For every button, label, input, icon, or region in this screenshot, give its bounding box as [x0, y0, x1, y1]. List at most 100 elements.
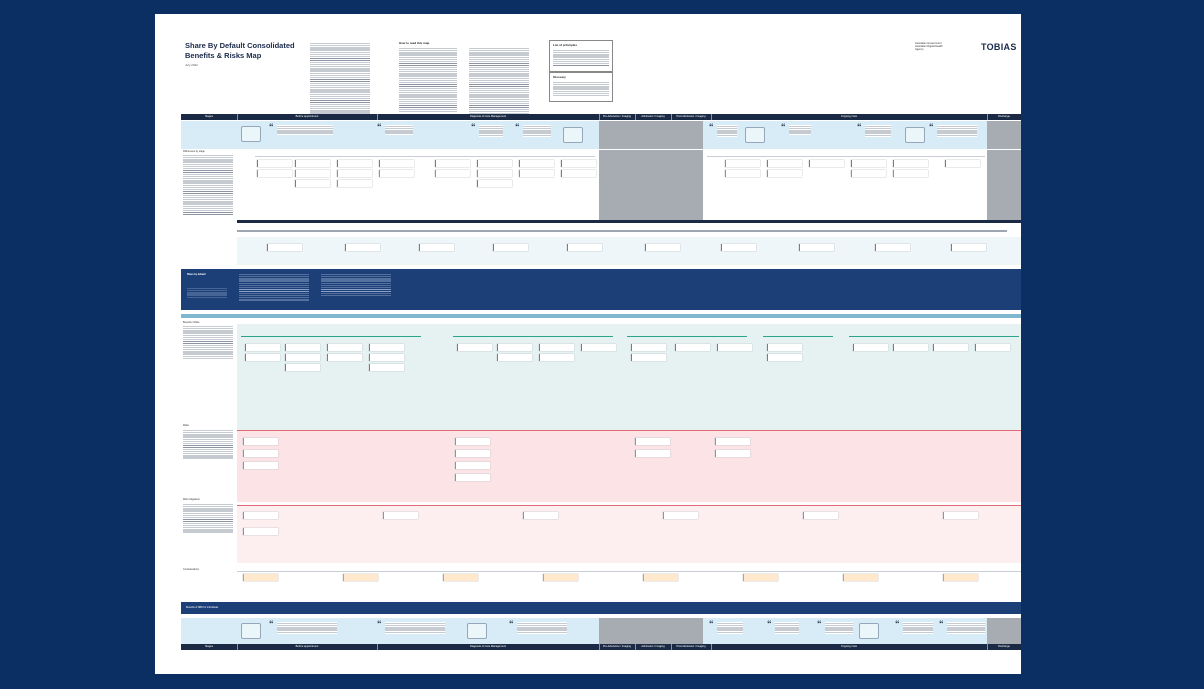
stage-label: Stages	[181, 114, 238, 120]
principles-text	[553, 49, 609, 67]
share-by-default-heading: Share by default	[187, 273, 206, 276]
difference-card	[561, 170, 596, 177]
risk-card	[455, 450, 490, 457]
benefit-card	[631, 354, 666, 361]
difference-card	[767, 170, 802, 177]
glossary-box: Glossary	[549, 72, 613, 102]
difference-card	[379, 170, 414, 177]
risk-card	[715, 450, 750, 457]
difference-card	[477, 170, 512, 177]
benefit-card	[975, 344, 1010, 351]
benefit-card	[285, 364, 320, 371]
stage-label: Diagnosis & Care Management	[377, 644, 600, 650]
quote-text	[947, 622, 985, 634]
stage-label: Discharge	[998, 115, 1010, 118]
quote-icon: “	[377, 619, 382, 629]
considerations-section-label: Considerations	[183, 568, 199, 571]
difference-card	[477, 160, 512, 167]
quote-text	[717, 622, 743, 634]
mitigations-top-line	[237, 505, 1021, 507]
benefit-card	[457, 344, 492, 351]
difference-card	[435, 160, 470, 167]
timeline-row	[237, 237, 1021, 265]
difference-card	[893, 170, 928, 177]
difference-card	[295, 160, 330, 167]
stage-label: Pre-Admission / Imaging	[599, 644, 636, 650]
difference-card	[561, 160, 596, 167]
mitigation-card	[523, 512, 558, 519]
mitigation-card	[663, 512, 698, 519]
share-by-default-block: Share by default	[181, 269, 1021, 310]
glossary-text	[553, 81, 609, 97]
benefits-header-line	[627, 336, 747, 338]
share-by-default-intro	[187, 287, 227, 299]
greyed-discharge-top	[987, 121, 1021, 149]
quote-icon: “	[269, 122, 274, 132]
consideration-card	[843, 574, 878, 581]
difference-card	[519, 160, 554, 167]
title-line-2: Benefits & Risks Map	[185, 51, 262, 60]
benefits-header-line	[763, 336, 833, 338]
risk-card	[455, 438, 490, 445]
difference-card	[519, 170, 554, 177]
quote-text	[825, 622, 853, 634]
risk-card	[243, 450, 278, 457]
timeline-card	[345, 244, 380, 251]
illustration-icon	[241, 623, 261, 639]
difference-card	[337, 160, 372, 167]
quote-icon: “	[929, 122, 934, 132]
difference-card	[379, 160, 414, 167]
difference-card	[257, 170, 292, 177]
illustration-icon	[905, 127, 925, 143]
mitigation-card	[243, 528, 278, 535]
benefits-header-line	[849, 336, 1019, 338]
benefit-card	[717, 344, 752, 351]
timeline-card	[875, 244, 910, 251]
difference-card	[435, 170, 470, 177]
illustration-icon	[467, 623, 487, 639]
quote-text	[717, 125, 737, 137]
considerations-line	[237, 571, 1021, 572]
illustration-icon	[241, 126, 261, 142]
page-title: Share By Default Consolidated Benefits &…	[185, 41, 315, 61]
principles-box: List of principles	[549, 40, 613, 72]
benefit-card	[369, 364, 404, 371]
differences-legend	[183, 154, 233, 216]
stage-label: Admission / Imaging	[635, 644, 672, 650]
quote-icon: “	[709, 122, 714, 132]
benefit-card	[369, 354, 404, 361]
benefit-card	[497, 354, 532, 361]
benefit-card	[853, 344, 888, 351]
mitigations-area	[237, 505, 1021, 563]
quote-icon: “	[895, 619, 900, 629]
difference-card	[893, 160, 928, 167]
risk-card	[635, 450, 670, 457]
consideration-card	[343, 574, 378, 581]
quote-icon: “	[781, 122, 786, 132]
benefit-card	[285, 354, 320, 361]
greyed-stage-bottom	[599, 618, 703, 644]
risk-card	[715, 438, 750, 445]
consideration-card	[643, 574, 678, 581]
illustration-icon	[859, 623, 879, 639]
risk-card	[243, 438, 278, 445]
benefits-header-line	[241, 336, 421, 338]
consideration-card	[443, 574, 478, 581]
difference-card	[337, 180, 372, 187]
quote-icon: “	[709, 619, 714, 629]
greyed-stage-top	[599, 121, 703, 149]
benefit-card	[369, 344, 404, 351]
benefits-legend	[183, 325, 233, 360]
timeline-card	[799, 244, 834, 251]
logo-gov-line-3: Agency	[915, 48, 924, 51]
difference-card	[809, 160, 844, 167]
quote-icon: “	[509, 619, 514, 629]
difference-card	[767, 160, 802, 167]
stage-label: Stages	[181, 644, 238, 650]
timeline-bar	[237, 230, 1007, 232]
consideration-card	[943, 574, 978, 581]
difference-card	[295, 180, 330, 187]
stage-label: Before appointment	[237, 114, 378, 120]
mitigation-card	[943, 512, 978, 519]
consideration-card	[243, 574, 278, 581]
